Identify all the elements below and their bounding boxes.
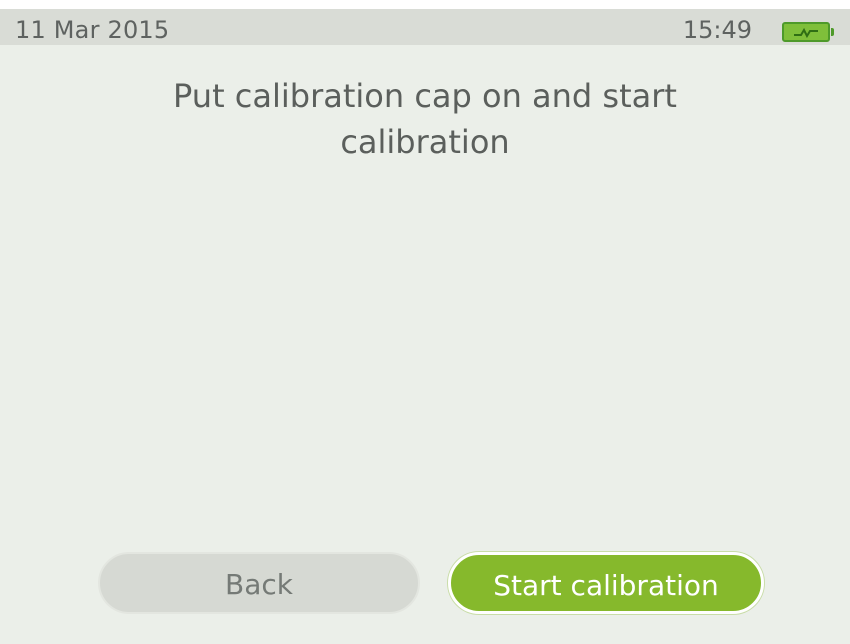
- device-screen: 11 Mar 2015 15:49 Put calibration cap on…: [0, 0, 850, 644]
- status-bar: 11 Mar 2015 15:49: [0, 9, 850, 45]
- screen-top-edge: [0, 0, 850, 9]
- calibration-instruction: Put calibration cap on and start calibra…: [173, 77, 677, 161]
- battery-charging-icon: [782, 22, 834, 42]
- status-time: 15:49: [682, 16, 752, 44]
- start-calibration-button[interactable]: Start calibration: [448, 552, 764, 614]
- back-button[interactable]: Back: [98, 552, 420, 614]
- status-date: 11 Mar 2015: [15, 16, 170, 44]
